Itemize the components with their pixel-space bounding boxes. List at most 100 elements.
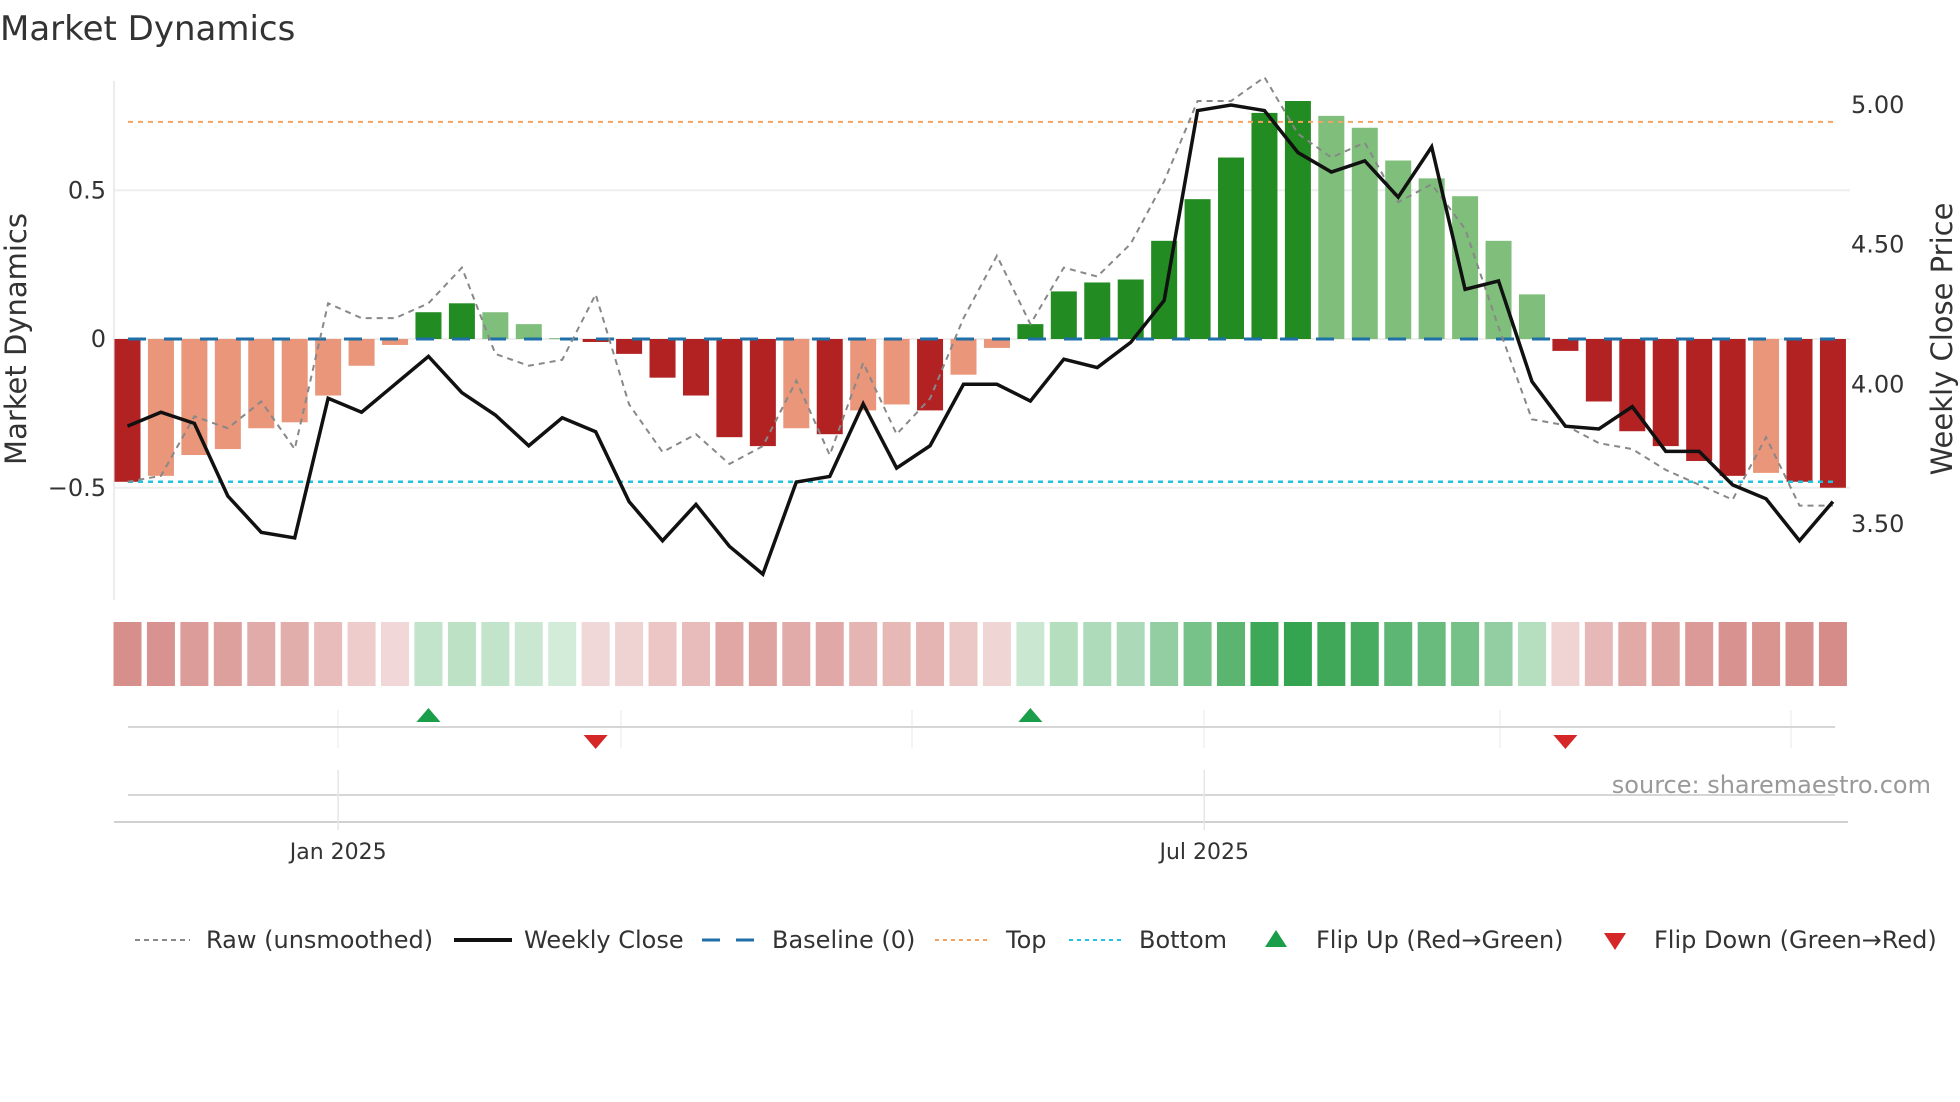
legend-label-top: Top (1005, 926, 1047, 954)
heat-cell (1451, 622, 1480, 686)
flip-markers (128, 708, 1835, 749)
x-tick-label: Jul 2025 (1158, 840, 1250, 865)
x-axis: Jan 2025 Jul 2025 (114, 770, 1848, 865)
bar (515, 324, 542, 339)
heat-cell (548, 622, 577, 686)
heat-cell (1551, 622, 1580, 686)
bar (616, 339, 643, 354)
y2-tick-label: 3.50 (1851, 510, 1904, 538)
bar (716, 339, 743, 438)
flip-up-marker (416, 708, 441, 722)
bar (1284, 101, 1311, 339)
bar (1084, 282, 1111, 339)
heat-cell (849, 622, 878, 686)
heat-cell (1049, 622, 1078, 686)
bar (315, 339, 342, 396)
heat-cell (1250, 622, 1279, 686)
legend-item-flip-up[interactable]: Flip Up (Red→Green) (1265, 926, 1564, 954)
heat-cell (280, 622, 309, 686)
y-tick-label: −0.5 (48, 474, 106, 502)
series-lines (126, 75, 1835, 578)
heat-cell (681, 622, 710, 686)
heat-cell (1083, 622, 1112, 686)
bar (1218, 157, 1245, 339)
bar (214, 339, 241, 450)
heat-cell (447, 622, 476, 686)
heat-cell (982, 622, 1011, 686)
heat-cell (882, 622, 911, 686)
bar (181, 339, 208, 456)
bar (883, 339, 910, 405)
legend-label-bottom: Bottom (1139, 926, 1227, 954)
raw-series-line (127, 75, 1833, 507)
bar (348, 339, 375, 366)
legend-item-close[interactable]: Weekly Close (454, 926, 684, 954)
bar (783, 339, 810, 429)
bars (114, 101, 1846, 488)
heat-cell (146, 622, 175, 686)
bar (850, 339, 877, 411)
y2-tick-label: 4.50 (1851, 231, 1904, 259)
heat-cell (381, 622, 410, 686)
bar (1753, 339, 1780, 473)
flip-down-marker (583, 735, 608, 749)
heat-cell (213, 622, 242, 686)
bar (682, 339, 709, 396)
heat-cell (247, 622, 276, 686)
legend-label-baseline: Baseline (0) (772, 926, 915, 954)
legend-item-bottom[interactable]: Bottom (1069, 926, 1227, 954)
bar (1184, 199, 1211, 339)
bar (1485, 240, 1512, 339)
legend-item-raw[interactable]: Raw (unsmoothed) (135, 926, 433, 954)
y2-tick-label: 4.00 (1851, 370, 1904, 398)
y-tick-label: 0.5 (68, 176, 106, 204)
bar (147, 339, 174, 476)
heat-cell (1818, 622, 1847, 686)
heat-cell (916, 622, 945, 686)
legend: Raw (unsmoothed) Weekly Close Baseline (… (135, 926, 1937, 954)
bar (1518, 294, 1545, 339)
bar (1786, 339, 1813, 482)
y2-tick-label: 5.00 (1851, 91, 1904, 119)
heat-cell (113, 622, 142, 686)
heat-cell (1116, 622, 1145, 686)
bar (1652, 339, 1679, 447)
y2-axis-label: Weekly Close Price (1925, 203, 1959, 476)
legend-item-top[interactable]: Top (935, 926, 1047, 954)
heat-cell (1016, 622, 1045, 686)
bar (1318, 115, 1345, 339)
heat-cell (815, 622, 844, 686)
bar (1017, 324, 1044, 339)
bar (1719, 339, 1746, 476)
bar (482, 312, 509, 339)
legend-item-flip-down[interactable]: Flip Down (Green→Red) (1604, 926, 1937, 954)
source-note: source: sharemaestro.com (1612, 771, 1931, 799)
y-axis-label: Market Dynamics (0, 213, 33, 465)
heat-cell (1384, 622, 1413, 686)
flip-down-marker (1553, 735, 1578, 749)
bar (248, 339, 275, 429)
heat-cell (1651, 622, 1680, 686)
chart-title: Market Dynamics (0, 9, 295, 49)
bar (1552, 339, 1579, 351)
heat-cell (1150, 622, 1179, 686)
legend-label-close: Weekly Close (524, 926, 684, 954)
heat-cell (1283, 622, 1312, 686)
heat-cell (1785, 622, 1814, 686)
bar (114, 339, 141, 482)
flip-up-marker (1018, 708, 1043, 722)
legend-item-baseline[interactable]: Baseline (0) (702, 926, 915, 954)
heat-cell (1417, 622, 1446, 686)
heat-cell (347, 622, 376, 686)
legend-label-flip-down: Flip Down (Green→Red) (1654, 926, 1937, 954)
heat-cell (615, 622, 644, 686)
heat-cell (180, 622, 209, 686)
bar (950, 339, 977, 375)
triangle-up-icon (1265, 930, 1287, 947)
heat-cell (314, 622, 343, 686)
heat-cell (514, 622, 543, 686)
heat-cell (1718, 622, 1747, 686)
triangle-down-icon (1604, 933, 1626, 950)
bar (1585, 339, 1612, 402)
y-axis-ticks: 0.5 0 −0.5 (48, 176, 106, 502)
